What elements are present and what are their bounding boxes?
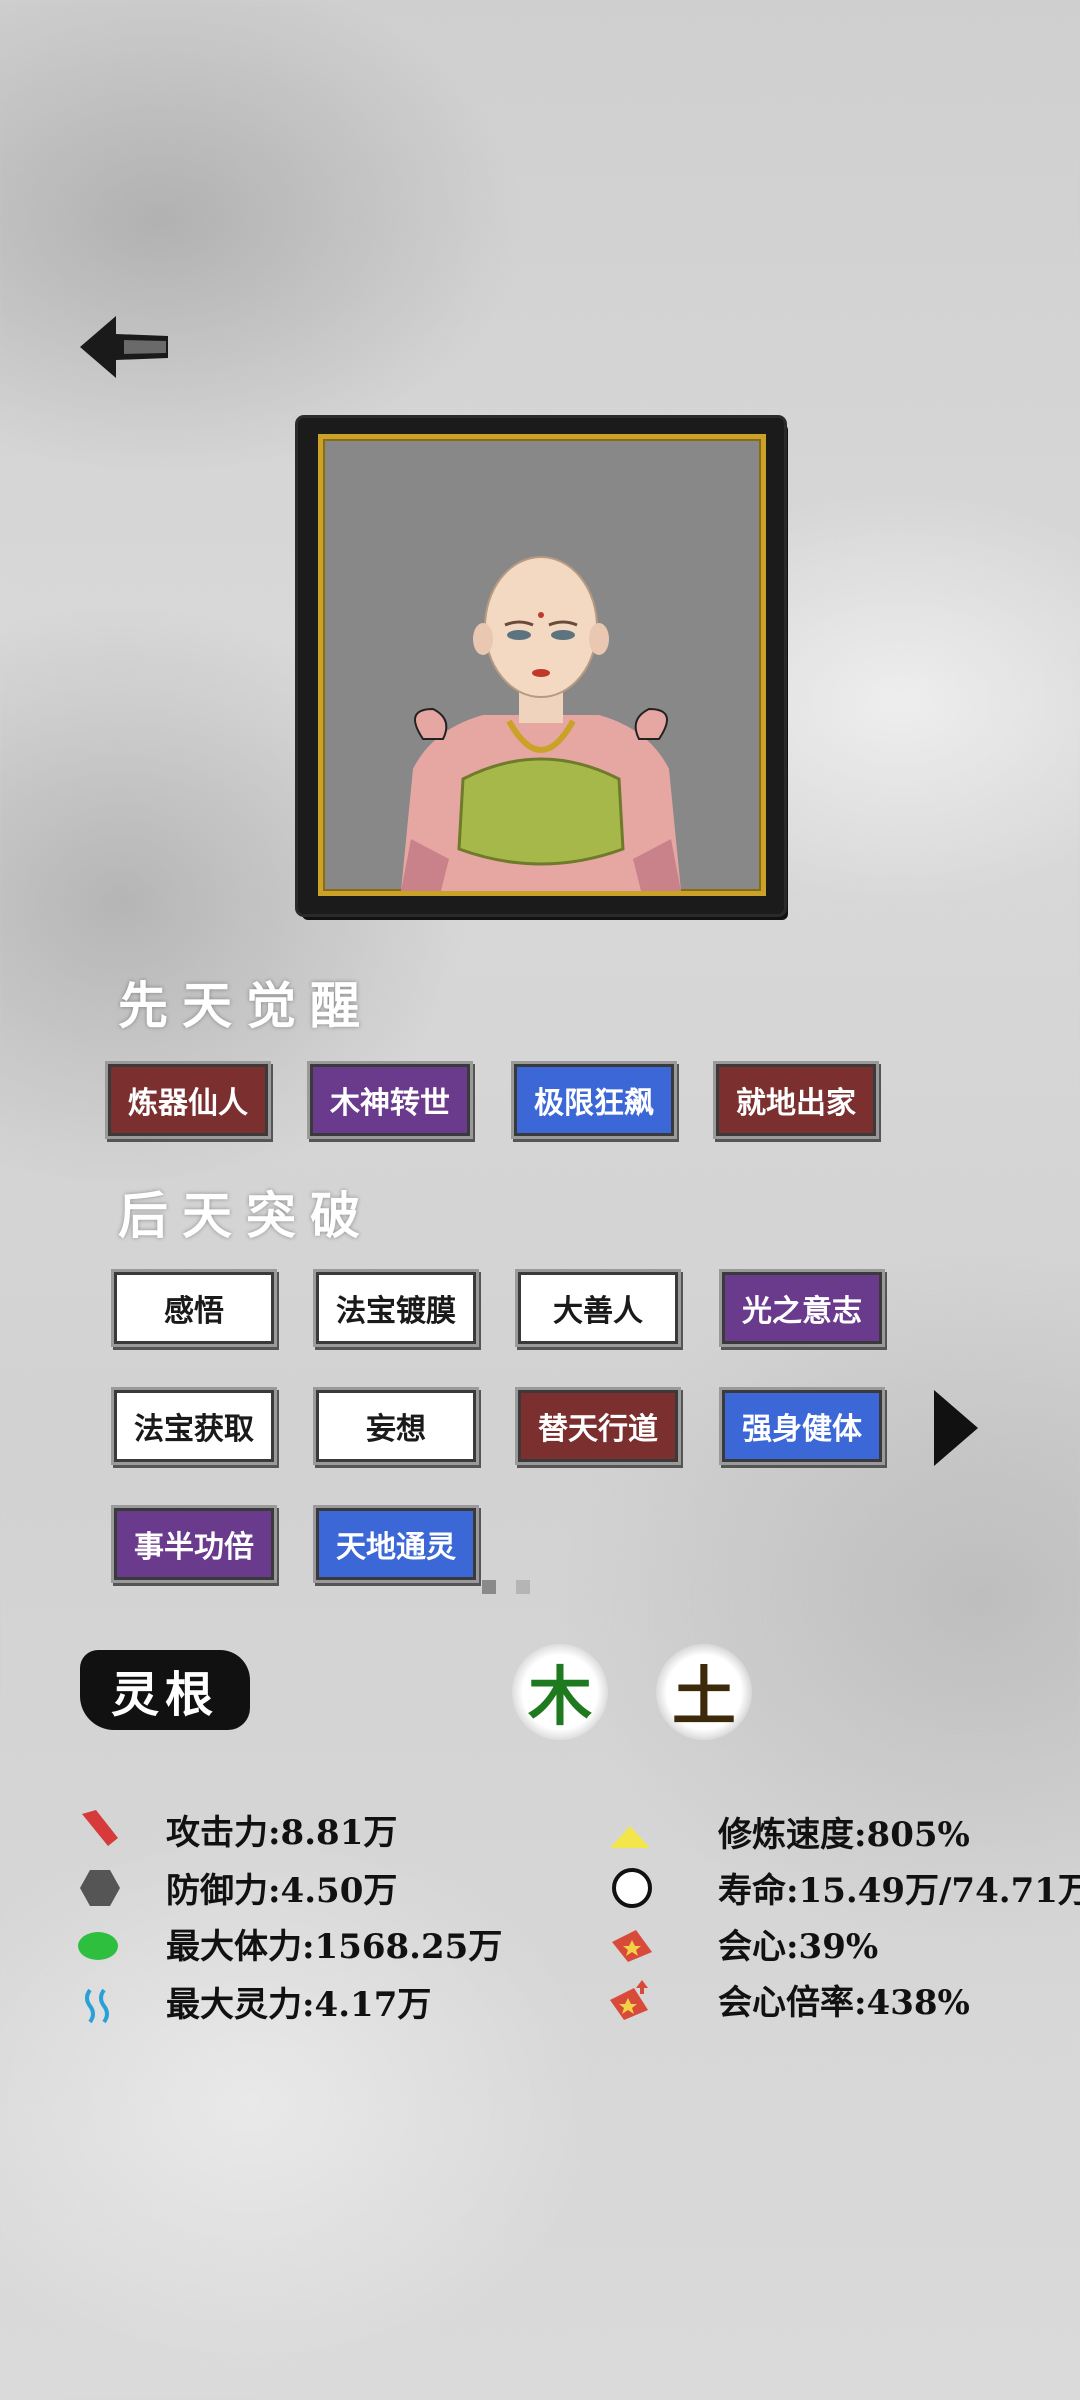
red-crit-icon: [612, 1930, 652, 1962]
blue-wave-icon: [85, 1988, 109, 2024]
gray-hexagon-icon: [80, 1870, 120, 1906]
acquired-tag-4[interactable]: 光之意志: [722, 1272, 882, 1344]
character-portrait: [318, 434, 766, 896]
character-illustration: [401, 556, 681, 891]
pager-dot-1: [482, 1580, 496, 1594]
next-page-button[interactable]: [932, 1388, 980, 1468]
innate-awakening-title: 先天觉醒: [118, 976, 374, 1035]
stat-attack: 攻击力:8.81万: [166, 1812, 398, 1853]
yellow-triangle-icon: [610, 1826, 650, 1848]
green-heart-icon: [78, 1932, 118, 1960]
acquired-tag-5[interactable]: 法宝获取: [114, 1390, 274, 1462]
acquired-tag-9[interactable]: 事半功倍: [114, 1508, 274, 1580]
spirit-root-wood: 木: [512, 1644, 608, 1740]
innate-tag-4[interactable]: 就地出家: [716, 1064, 876, 1136]
acquired-tag-6[interactable]: 妄想: [316, 1390, 476, 1462]
acquired-breakthrough-title: 后天突破: [118, 1186, 374, 1245]
stat-lifespan: 寿命:15.49万/74.71万: [718, 1870, 1080, 1911]
stat-crit: 会心:39%: [718, 1926, 879, 1967]
acquired-tag-7[interactable]: 替天行道: [518, 1390, 678, 1462]
back-arrow-icon: [80, 316, 168, 378]
back-button[interactable]: [78, 312, 170, 382]
circle-icon: [612, 1868, 652, 1908]
acquired-tag-3[interactable]: 大善人: [518, 1272, 678, 1344]
red-blade-icon: [82, 1810, 118, 1846]
pager-dot-2: [516, 1580, 530, 1594]
acquired-tag-1[interactable]: 感悟: [114, 1272, 274, 1344]
spirit-root-label: 灵根: [80, 1650, 250, 1730]
innate-tag-1[interactable]: 炼器仙人: [108, 1064, 268, 1136]
stat-max-hp: 最大体力:1568.25万: [166, 1926, 503, 1967]
acquired-tag-10[interactable]: 天地通灵: [316, 1508, 476, 1580]
stat-cultivation-speed: 修炼速度:805%: [718, 1814, 970, 1855]
acquired-tag-8[interactable]: 强身健体: [722, 1390, 882, 1462]
innate-tag-2[interactable]: 木神转世: [310, 1064, 470, 1136]
stat-defense: 防御力:4.50万: [166, 1870, 398, 1911]
stat-max-mp: 最大灵力:4.17万: [166, 1984, 432, 2025]
character-portrait-frame: [298, 418, 784, 914]
stat-crit-multiplier: 会心倍率:438%: [718, 1982, 970, 2023]
acquired-tag-2[interactable]: 法宝镀膜: [316, 1272, 476, 1344]
spirit-root-earth: 土: [656, 1644, 752, 1740]
innate-tag-3[interactable]: 极限狂飙: [514, 1064, 674, 1136]
red-crit-up-icon: [610, 1980, 648, 2020]
triangle-right-icon: [934, 1390, 978, 1466]
